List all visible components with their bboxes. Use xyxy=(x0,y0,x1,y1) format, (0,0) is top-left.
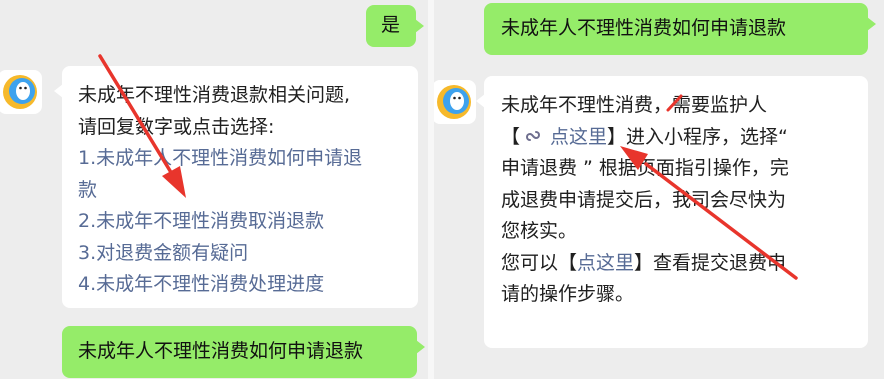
user-bubble-question-right: 未成年人不理性消费如何申请退款 xyxy=(484,3,876,55)
qq-penguin-avatar-icon xyxy=(437,85,471,119)
user-bubble-question-left: 未成年人不理性消费如何申请退款 xyxy=(62,326,425,378)
bot-menu-intro-1: 未成年不理性消费退款相关问题, xyxy=(78,84,351,106)
view-steps-link[interactable]: 点这里 xyxy=(577,252,634,274)
user-bubble-question-right-text: 未成年人不理性消费如何申请退款 xyxy=(501,17,787,39)
answer-line-7: 请的操作步骤。 xyxy=(501,283,635,305)
mini-program-link[interactable]: 点这里 xyxy=(550,126,607,148)
user-bubble-yes-text: 是 xyxy=(381,14,401,36)
bot-menu-bubble: 未成年不理性消费退款相关问题, 请回复数字或点击选择: 1.未成年人不理性消费如… xyxy=(54,66,418,308)
answer-line-5: 您核实。 xyxy=(501,220,578,242)
bot-menu-intro-2: 请回复数字或点击选择: xyxy=(78,115,275,138)
user-bubble-yes: 是 xyxy=(366,5,424,47)
answer-line-2-rest: 】进入小程序，选择“ xyxy=(607,125,788,148)
menu-option-4[interactable]: 4.未成年不理性消费处理进度 xyxy=(78,269,418,301)
answer-line-6-suffix: 】查看提交退费申 xyxy=(634,251,787,274)
chat-panel-right: 未成年人不理性消费如何申请退款 未成年不理性消费，需要监护人 【 点这里】进入小… xyxy=(434,0,884,379)
answer-line-1: 未成年不理性消费，需要监护人 xyxy=(501,94,768,116)
mini-program-link-icon xyxy=(526,130,541,141)
menu-option-1[interactable]: 1.未成年人不理性消费如何申请退 xyxy=(78,143,418,175)
answer-line-6: 您可以【点这里】查看提交退费申 xyxy=(501,248,868,280)
user-bubble-question-left-text: 未成年人不理性消费如何申请退款 xyxy=(78,340,364,362)
open-bracket: 【 xyxy=(501,125,521,148)
bot-avatar-right xyxy=(434,80,476,124)
answer-line-4: 成退费申请提交后，我司会尽快为 xyxy=(501,188,787,211)
bot-answer-bubble: 未成年不理性消费，需要监护人 【 点这里】进入小程序，选择“ 申请退费 ” 根据… xyxy=(476,76,868,348)
qq-penguin-avatar-icon xyxy=(3,75,37,109)
bot-avatar xyxy=(0,70,42,114)
answer-line-2: 【 点这里】进入小程序，选择“ xyxy=(501,122,868,154)
chat-panel-left: 是 未成年不理性消费退款相关问题, 请回复数字或点击选择: 1.未成年人不理性消… xyxy=(0,0,428,379)
menu-option-1-cont[interactable]: 款 xyxy=(78,175,418,207)
answer-line-3: 申请退费 ” 根据页面指引操作，完 xyxy=(501,157,789,179)
answer-line-6-prefix: 您可以【 xyxy=(501,251,578,274)
menu-option-3[interactable]: 3.对退费金额有疑问 xyxy=(78,238,418,270)
menu-option-2[interactable]: 2.未成年不理性消费取消退款 xyxy=(78,206,418,238)
